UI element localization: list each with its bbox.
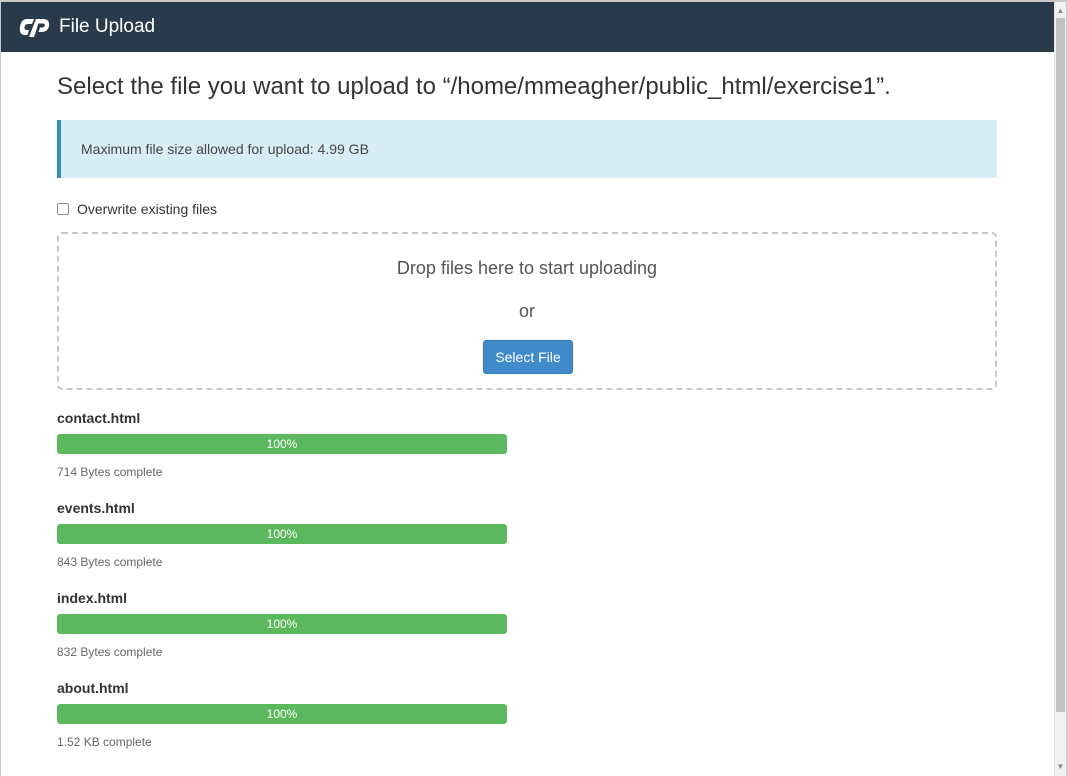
upload-status: 714 Bytes complete bbox=[57, 465, 163, 479]
cpanel-logo-svg bbox=[19, 19, 50, 37]
file-name: contact.html bbox=[57, 410, 141, 426]
progress-label: 100% bbox=[266, 707, 298, 721]
scroll-down-icon[interactable]: ▼ bbox=[1055, 760, 1066, 774]
or-text: or bbox=[518, 301, 535, 321]
upload-item: events.html 100% 843 Bytes complete bbox=[57, 500, 997, 590]
header-bar: File Upload bbox=[1, 2, 1055, 52]
progress-label: 100% bbox=[266, 437, 298, 451]
cpanel-logo-icon[interactable] bbox=[19, 16, 51, 38]
upload-list: contact.html 100% 714 Bytes complete eve… bbox=[57, 410, 997, 770]
progress-label: 100% bbox=[266, 527, 298, 541]
overwrite-label[interactable]: Overwrite existing files bbox=[77, 201, 217, 217]
overwrite-checkbox[interactable] bbox=[57, 203, 69, 215]
progress-label: 100% bbox=[266, 617, 298, 631]
upload-item: about.html 100% 1.52 KB complete bbox=[57, 680, 997, 770]
scroll-up-icon[interactable]: ▲ bbox=[1055, 4, 1066, 18]
max-size-text: Maximum file size allowed for upload: 4.… bbox=[81, 141, 369, 157]
overwrite-option[interactable]: Overwrite existing files bbox=[57, 200, 997, 218]
progress-bar: 100% bbox=[57, 704, 507, 724]
max-size-info: Maximum file size allowed for upload: 4.… bbox=[57, 120, 997, 178]
vertical-scrollbar[interactable]: ▲ ▼ bbox=[1054, 2, 1066, 776]
page-title: Select the file you want to upload to “/… bbox=[57, 73, 891, 100]
progress-bar: 100% bbox=[57, 434, 507, 454]
main-content: Select the file you want to upload to “/… bbox=[57, 52, 997, 770]
upload-status: 1.52 KB complete bbox=[57, 735, 152, 749]
upload-item: index.html 100% 832 Bytes complete bbox=[57, 590, 997, 680]
drop-zone-text: Drop files here to start uploading bbox=[396, 258, 658, 278]
file-name: index.html bbox=[57, 590, 128, 606]
select-file-button[interactable]: Select File bbox=[483, 340, 573, 374]
file-name: about.html bbox=[57, 680, 129, 696]
upload-item: contact.html 100% 714 Bytes complete bbox=[57, 410, 997, 500]
file-name: events.html bbox=[57, 500, 135, 516]
upload-status: 843 Bytes complete bbox=[57, 555, 163, 569]
progress-bar: 100% bbox=[57, 614, 507, 634]
upload-status: 832 Bytes complete bbox=[57, 645, 163, 659]
progress-bar: 100% bbox=[57, 524, 507, 544]
window: File Upload Select the file you want to … bbox=[0, 0, 1067, 776]
app-title: File Upload bbox=[59, 16, 156, 37]
scroll-thumb[interactable] bbox=[1056, 18, 1065, 712]
drop-zone[interactable]: Drop files here to start uploading or Se… bbox=[57, 232, 997, 390]
